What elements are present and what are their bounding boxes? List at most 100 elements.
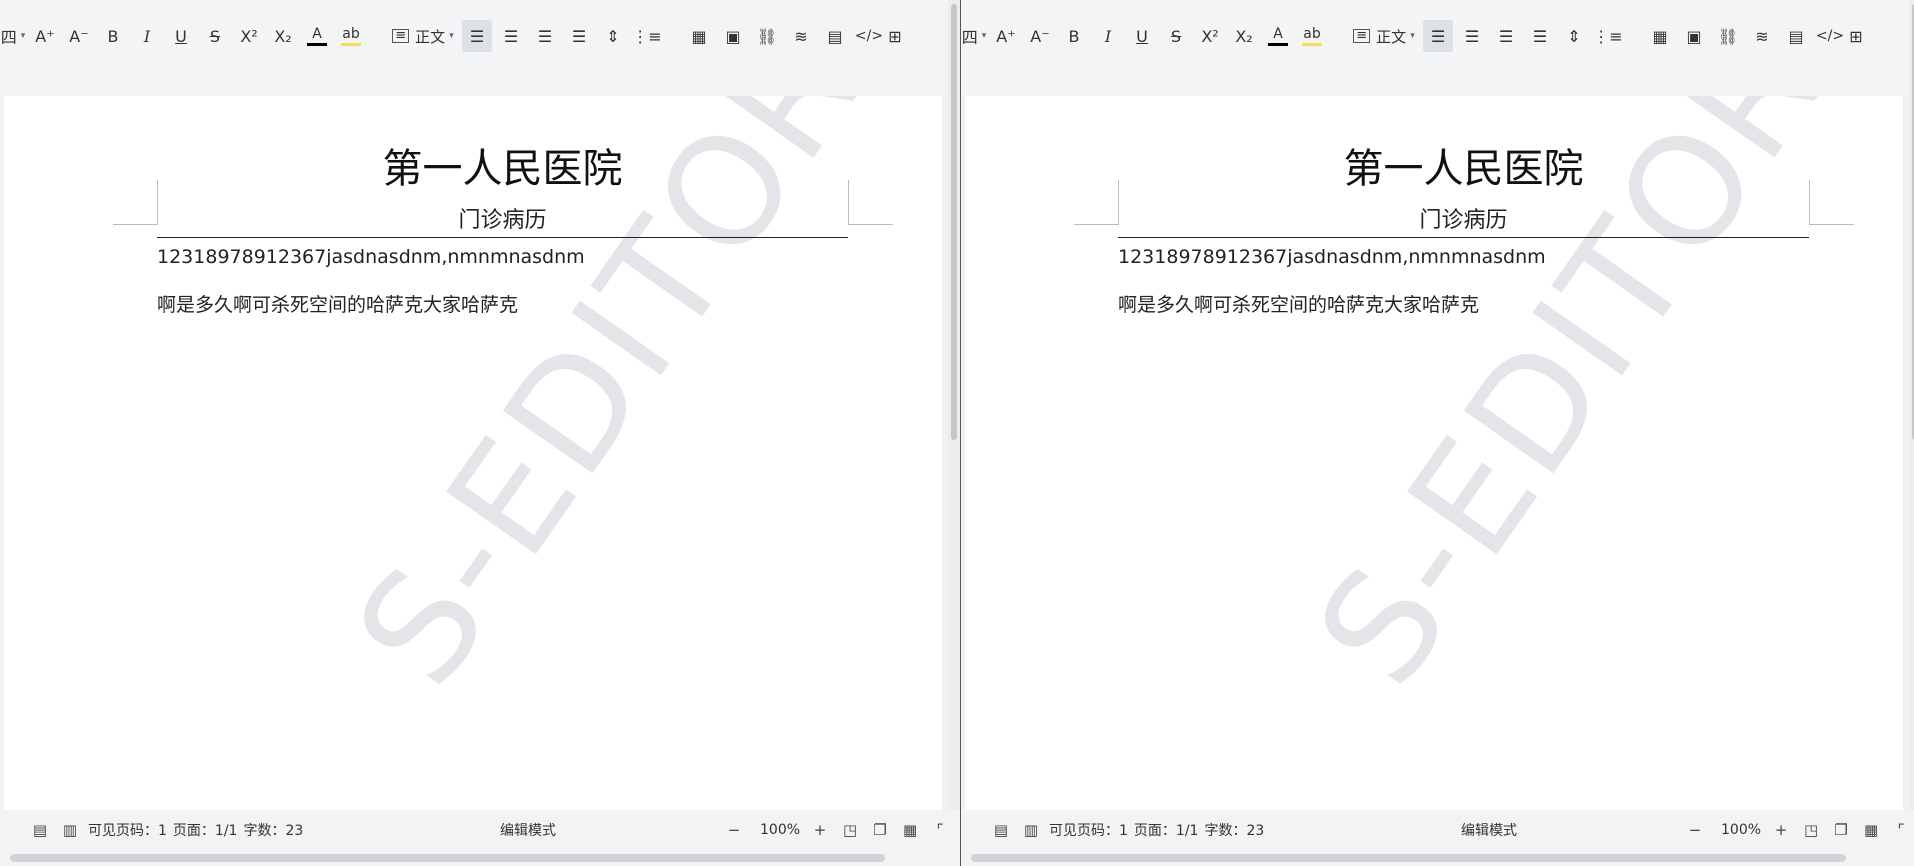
- toolbar-row: 四 ▾ A⁺ A⁻ B I U S X² X₂ A ab ≡ 正文 ▾ ☰ ☰ ☰ …: [0, 18, 904, 54]
- fullscreen-icon[interactable]: ⌜: [1889, 818, 1913, 842]
- separator-line-button[interactable]: ≋: [1747, 20, 1777, 52]
- decrease-font-button[interactable]: A⁻: [64, 20, 94, 52]
- decrease-font-button[interactable]: A⁻: [1025, 20, 1055, 52]
- bold-button[interactable]: B: [1059, 20, 1089, 52]
- font-color-button[interactable]: A: [1263, 20, 1293, 52]
- paper-direction-icon[interactable]: ❐: [1829, 818, 1853, 842]
- paragraph-style-select[interactable]: ≡ 正文 ▾: [1349, 20, 1419, 52]
- zoom-value[interactable]: 100%: [1721, 822, 1761, 838]
- word-count: 字数：23: [243, 823, 304, 839]
- ordered-list-button[interactable]: ⋮≡: [632, 20, 662, 52]
- separator-line-button[interactable]: ≋: [786, 20, 816, 52]
- highlight-color-bar: [341, 42, 361, 46]
- page-margin-icon[interactable]: ▦: [898, 818, 922, 842]
- subscript-button[interactable]: X₂: [268, 20, 298, 52]
- paragraph-1[interactable]: 12318978912367jasdnasdnm,nmnmnasdnm: [157, 246, 585, 268]
- font-size-select[interactable]: 四 ▾: [961, 20, 987, 52]
- insert-image-button[interactable]: ▣: [718, 20, 748, 52]
- control-button[interactable]: ⊞: [888, 20, 902, 52]
- document-page[interactable]: S-EDITOR 第一人民医院 门诊病历 12318978912367jasdn…: [4, 96, 942, 810]
- catalog-icon[interactable]: ▤: [28, 818, 52, 842]
- align-justify-icon: ☰: [571, 26, 587, 46]
- increase-font-button[interactable]: A⁺: [30, 20, 60, 52]
- superscript-button[interactable]: X²: [1195, 20, 1225, 52]
- align-left-button[interactable]: ☰: [462, 20, 492, 52]
- insert-link-button[interactable]: ⛓: [752, 20, 782, 52]
- insert-table-button[interactable]: ▦: [684, 20, 714, 52]
- zoom-value[interactable]: 100%: [760, 822, 800, 838]
- strikethrough-button[interactable]: S: [200, 20, 230, 52]
- watermark-button[interactable]: ▤: [1781, 20, 1811, 52]
- separator-line-icon: ≋: [1755, 26, 1769, 46]
- editor-mode-label[interactable]: 编辑模式: [500, 810, 556, 850]
- font-color-button[interactable]: A: [302, 20, 332, 52]
- page-mode-icon[interactable]: ▥: [58, 818, 82, 842]
- align-center-button[interactable]: ☰: [496, 20, 526, 52]
- document-page[interactable]: S-EDITOR 第一人民医院 门诊病历 12318978912367jasdn…: [965, 96, 1903, 810]
- align-left-button[interactable]: ☰: [1423, 20, 1453, 52]
- line-spacing-button[interactable]: ⇕: [1559, 20, 1589, 52]
- underline-button[interactable]: U: [1127, 20, 1157, 52]
- document-title[interactable]: 第一人民医院: [1118, 136, 1809, 194]
- paragraph-2[interactable]: 啊是多久啊可杀死空间的哈萨克大家哈萨克: [157, 290, 518, 317]
- italic-icon: I: [143, 26, 151, 46]
- insert-table-button[interactable]: ▦: [1645, 20, 1675, 52]
- italic-button[interactable]: I: [132, 20, 162, 52]
- subscript-button[interactable]: X₂: [1229, 20, 1259, 52]
- font-color-bar: [1268, 42, 1288, 46]
- italic-button[interactable]: I: [1093, 20, 1123, 52]
- superscript-button[interactable]: X²: [234, 20, 264, 52]
- zoom-in-icon[interactable]: +: [808, 818, 832, 842]
- highlight-button[interactable]: ab: [1297, 20, 1327, 52]
- code-block-button[interactable]: </>: [1815, 20, 1845, 52]
- page-mode-icon[interactable]: ▥: [1019, 818, 1043, 842]
- zoom-in-icon[interactable]: +: [1769, 818, 1793, 842]
- insert-link-button[interactable]: ⛓: [1713, 20, 1743, 52]
- zoom-out-icon[interactable]: −: [1683, 818, 1707, 842]
- status-right: − 100% + ◳ ❐ ▦ ⌜: [1683, 810, 1914, 850]
- document-subtitle[interactable]: 门诊病历: [157, 202, 848, 234]
- control-button[interactable]: ⊞: [1849, 20, 1863, 52]
- horizontal-scrollbar[interactable]: [961, 850, 1914, 866]
- scrollbar-thumb[interactable]: [951, 4, 957, 440]
- catalog-icon[interactable]: ▤: [989, 818, 1013, 842]
- align-justify-button[interactable]: ☰: [1525, 20, 1555, 52]
- paragraph-style-label: 正文: [1376, 27, 1407, 46]
- vertical-scrollbar[interactable]: [948, 0, 960, 810]
- paragraph-style-select[interactable]: ≡ 正文 ▾: [388, 20, 458, 52]
- paper-size-icon[interactable]: ◳: [838, 818, 862, 842]
- scrollbar-thumb[interactable]: [10, 854, 885, 862]
- paragraph-2[interactable]: 啊是多久啊可杀死空间的哈萨克大家哈萨克: [1118, 290, 1479, 317]
- bold-button[interactable]: B: [98, 20, 128, 52]
- align-center-button[interactable]: ☰: [1457, 20, 1487, 52]
- document-title[interactable]: 第一人民医院: [157, 136, 848, 194]
- code-block-button[interactable]: </>: [854, 20, 884, 52]
- fullscreen-icon[interactable]: ⌜: [928, 818, 952, 842]
- align-justify-button[interactable]: ☰: [564, 20, 594, 52]
- zoom-out-icon[interactable]: −: [722, 818, 746, 842]
- scrollbar-thumb[interactable]: [971, 854, 1846, 862]
- watermark-button[interactable]: ▤: [820, 20, 850, 52]
- line-spacing-button[interactable]: ⇕: [598, 20, 628, 52]
- align-right-button[interactable]: ☰: [530, 20, 560, 52]
- page-margin-icon[interactable]: ▦: [1859, 818, 1883, 842]
- highlight-button[interactable]: ab: [336, 20, 366, 52]
- insert-image-button[interactable]: ▣: [1679, 20, 1709, 52]
- font-size-label: 四: [961, 28, 978, 47]
- editor-mode-label[interactable]: 编辑模式: [1461, 810, 1517, 850]
- paper-size-icon[interactable]: ◳: [1799, 818, 1823, 842]
- paragraph-1[interactable]: 12318978912367jasdnasdnm,nmnmnasdnm: [1118, 246, 1546, 268]
- header-divider: [157, 237, 848, 238]
- document-subtitle[interactable]: 门诊病历: [1118, 202, 1809, 234]
- underline-icon: U: [1136, 26, 1148, 46]
- link-icon: ⛓: [756, 26, 778, 46]
- font-size-select[interactable]: 四 ▾: [0, 20, 26, 52]
- underline-button[interactable]: U: [166, 20, 196, 52]
- strikethrough-button[interactable]: S: [1161, 20, 1191, 52]
- increase-font-button[interactable]: A⁺: [991, 20, 1021, 52]
- align-right-button[interactable]: ☰: [1491, 20, 1521, 52]
- horizontal-scrollbar[interactable]: [0, 850, 960, 866]
- paper-direction-icon[interactable]: ❐: [868, 818, 892, 842]
- vertical-scrollbar[interactable]: [1909, 0, 1914, 810]
- ordered-list-button[interactable]: ⋮≡: [1593, 20, 1623, 52]
